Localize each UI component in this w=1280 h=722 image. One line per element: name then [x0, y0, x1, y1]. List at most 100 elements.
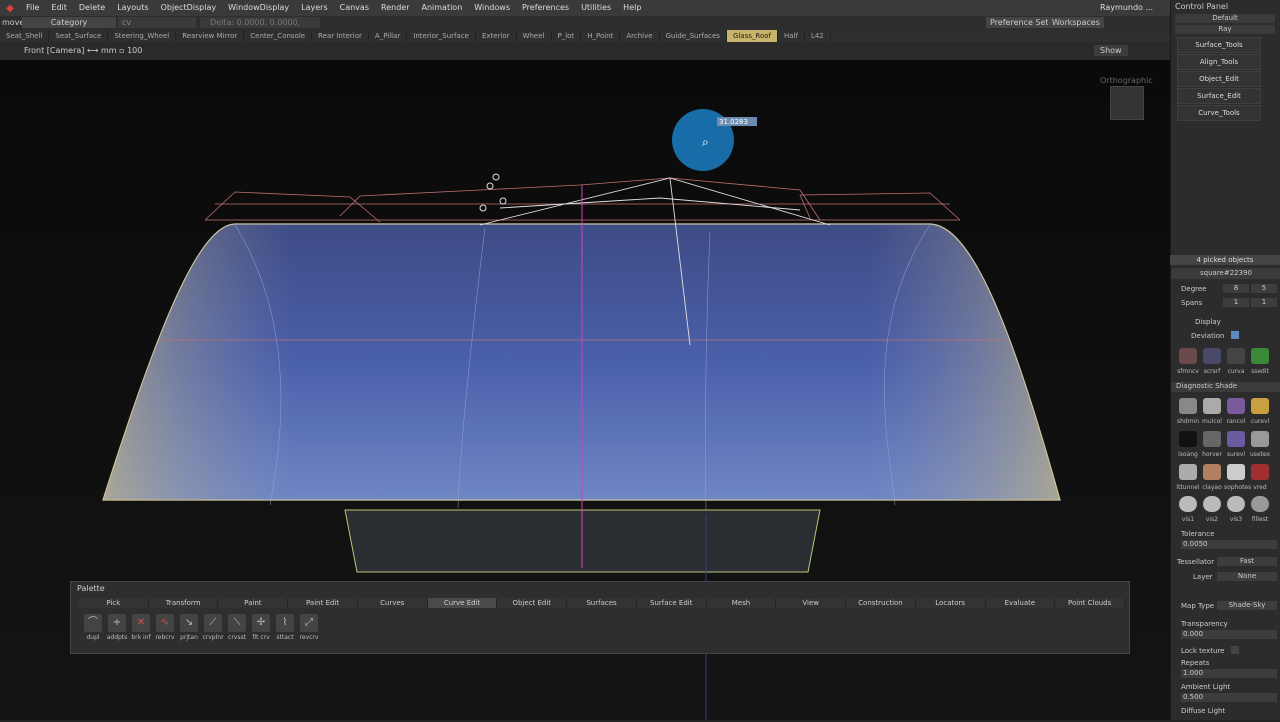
diagnostic-shade-header[interactable]: Diagnostic Shade	[1171, 382, 1280, 392]
shelf-item[interactable]: Rearview Mirror	[176, 30, 245, 42]
tolerance-field[interactable]: 0.0050	[1181, 540, 1277, 549]
shelf-button-curve-tools[interactable]: Curve_Tools	[1177, 105, 1261, 121]
clayao-icon[interactable]	[1203, 464, 1221, 480]
shelf-item[interactable]: Exterior	[476, 30, 517, 42]
tool-prjtan[interactable]: ↘ prjtan	[177, 614, 201, 641]
mulcol-icon[interactable]	[1203, 398, 1221, 414]
menu-layouts[interactable]: Layouts	[111, 0, 154, 16]
user-name[interactable]: Raymundo ...	[1100, 0, 1170, 16]
tool-brk-inf[interactable]: ✕ brk inf	[129, 614, 153, 641]
shelf-item[interactable]: P_lot	[552, 30, 582, 42]
tab-mesh[interactable]: Mesh	[706, 598, 777, 608]
deviation-checkbox[interactable]	[1231, 331, 1239, 339]
tool-sttact[interactable]: ⌇ sttact	[273, 614, 297, 641]
shelf-button-align-tools[interactable]: Align_Tools	[1177, 54, 1261, 70]
cv-points[interactable]	[479, 173, 507, 212]
tool-crvsst[interactable]: ⟍ crvsst	[225, 614, 249, 641]
tab-object-edit[interactable]: Object Edit	[497, 598, 568, 608]
menu-windowdisplay[interactable]: WindowDisplay	[222, 0, 295, 16]
degree-v-field[interactable]: 5	[1251, 284, 1277, 293]
tool-crvplnr[interactable]: ⟋ crvplnr	[201, 614, 225, 641]
rancol-icon[interactable]	[1227, 398, 1245, 414]
sfmncv-icon[interactable]	[1179, 348, 1197, 364]
usetex-icon[interactable]	[1251, 431, 1269, 447]
maptype-dropdown[interactable]: Shade-Sky	[1217, 601, 1277, 610]
tab-paint[interactable]: Paint	[218, 598, 289, 608]
sophotes-icon[interactable]	[1227, 464, 1245, 480]
renderer-dropdown[interactable]: Ray	[1175, 25, 1275, 34]
menu-delete[interactable]: Delete	[73, 0, 111, 16]
tool-rebcrv[interactable]: ∿ rebcrv	[153, 614, 177, 641]
shelf-item[interactable]: Seat_Surface	[49, 30, 109, 42]
tool-revcrv[interactable]: ⤢ revcrv	[297, 614, 321, 641]
tool-fit-crv[interactable]: ✢ fit crv	[249, 614, 273, 641]
tab-curve-edit[interactable]: Curve Edit	[427, 598, 498, 608]
menu-preferences[interactable]: Preferences	[516, 0, 575, 16]
tab-view[interactable]: View	[776, 598, 847, 608]
shelf-item[interactable]: Steering_Wheel	[108, 30, 177, 42]
ambient-field[interactable]: 0.500	[1181, 693, 1277, 702]
tessellator-dropdown[interactable]: Fast	[1217, 557, 1277, 566]
tab-evaluate[interactable]: Evaluate	[985, 598, 1056, 608]
shelf-button-object-edit[interactable]: Object_Edit	[1177, 71, 1261, 87]
curva-icon[interactable]	[1227, 348, 1245, 364]
tab-surface-edit[interactable]: Surface Edit	[636, 598, 707, 608]
vred-icon[interactable]	[1251, 464, 1269, 480]
shelf-item-active[interactable]: Glass_Roof	[726, 30, 778, 42]
menu-render[interactable]: Render	[375, 0, 415, 16]
shdmin-icon[interactable]	[1179, 398, 1197, 414]
tab-curves[interactable]: Curves	[357, 598, 428, 608]
menu-file[interactable]: File	[20, 0, 45, 16]
lock-texture-checkbox[interactable]	[1231, 646, 1239, 654]
preference-sets-button[interactable]: Preference Sets	[986, 17, 1057, 28]
lttunnel-icon[interactable]	[1179, 464, 1197, 480]
tab-point-clouds[interactable]: Point Clouds	[1055, 598, 1126, 608]
show-button[interactable]: Show	[1094, 45, 1128, 56]
tab-paint-edit[interactable]: Paint Edit	[288, 598, 358, 608]
shelf-item[interactable]: Interior_Surface	[407, 30, 476, 42]
shelf-item[interactable]: A_Pillar	[369, 30, 408, 42]
scrsrf-icon[interactable]	[1203, 348, 1221, 364]
vis2-icon[interactable]	[1203, 496, 1221, 512]
tab-pick[interactable]: Pick	[79, 598, 149, 608]
search-input[interactable]: cv	[118, 17, 196, 28]
menu-objectdisplay[interactable]: ObjectDisplay	[155, 0, 223, 16]
ssedit-icon[interactable]	[1251, 348, 1269, 364]
shelf-item[interactable]: Half	[778, 30, 805, 42]
transparency-field[interactable]: 0.000	[1181, 630, 1277, 639]
degree-u-field[interactable]: 8	[1223, 284, 1249, 293]
tab-construction[interactable]: Construction	[846, 598, 916, 608]
surevl-icon[interactable]	[1227, 431, 1245, 447]
shelf-item[interactable]: Wheel	[517, 30, 552, 42]
shelf-item[interactable]: Center_Console	[244, 30, 313, 42]
workspaces-button[interactable]: Workspaces	[1048, 17, 1104, 28]
menu-help[interactable]: Help	[617, 0, 647, 16]
spans-v-field[interactable]: 1	[1251, 298, 1277, 307]
tab-transform[interactable]: Transform	[148, 598, 219, 608]
tool-addpts[interactable]: + addpts	[105, 614, 129, 641]
menu-animation[interactable]: Animation	[415, 0, 468, 16]
shelf-item[interactable]: Guide_Surfaces	[660, 30, 727, 42]
preset-dropdown[interactable]: Default	[1175, 14, 1275, 23]
horver-icon[interactable]	[1203, 431, 1221, 447]
menu-layers[interactable]: Layers	[295, 0, 333, 16]
menu-canvas[interactable]: Canvas	[334, 0, 375, 16]
shelf-item[interactable]: Seat_Shell	[0, 30, 50, 42]
fillest-icon[interactable]	[1251, 496, 1269, 512]
shelf-item[interactable]: Archive	[620, 30, 660, 42]
shelf-button-surface-tools[interactable]: Surface_Tools	[1177, 37, 1261, 53]
vis3-icon[interactable]	[1227, 496, 1245, 512]
repeats-field[interactable]: 1.000	[1181, 669, 1277, 678]
shelf-item[interactable]: Rear Interior	[312, 30, 369, 42]
isoang-icon[interactable]	[1179, 431, 1197, 447]
vis1-icon[interactable]	[1179, 496, 1197, 512]
category-dropdown[interactable]: Category	[22, 17, 116, 28]
curevl-icon[interactable]	[1251, 398, 1269, 414]
layer-dropdown[interactable]: None	[1217, 572, 1277, 581]
view-cube[interactable]	[1110, 86, 1144, 120]
menu-utilities[interactable]: Utilities	[575, 0, 617, 16]
shelf-button-surface-edit[interactable]: Surface_Edit	[1177, 88, 1261, 104]
spans-u-field[interactable]: 1	[1223, 298, 1249, 307]
shelf-item[interactable]: H_Point	[581, 30, 621, 42]
tab-locators[interactable]: Locators	[915, 598, 986, 608]
